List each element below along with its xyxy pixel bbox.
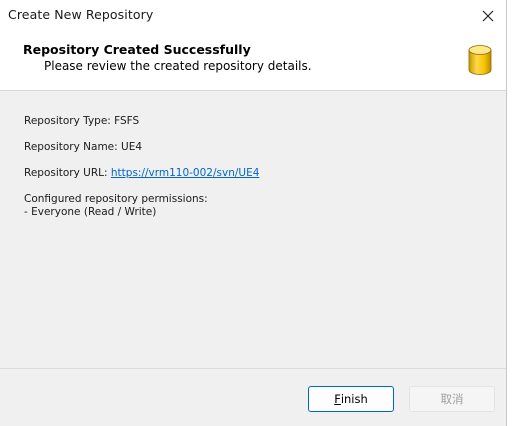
finish-button[interactable]: Finish	[308, 386, 394, 412]
footer-divider	[0, 368, 506, 369]
repository-url-row: Repository URL: https://vrm110-002/svn/U…	[24, 167, 259, 180]
cancel-button[interactable]: 取消	[409, 386, 495, 412]
finish-button-label: inish	[340, 392, 368, 406]
database-icon	[468, 45, 492, 75]
close-button[interactable]	[470, 0, 506, 32]
repository-details: Repository Type: FSFS Repository Name: U…	[24, 115, 259, 219]
dialog-window: Create New Repository Repository Created…	[0, 0, 507, 426]
finish-button-mnemonic: F	[334, 392, 341, 406]
title-bar: Create New Repository	[0, 0, 506, 32]
repository-url-label: Repository URL:	[24, 167, 111, 179]
wizard-header: Repository Created Successfully Please r…	[0, 32, 506, 91]
permission-entry: - Everyone (Read / Write)	[24, 206, 157, 218]
header-subtitle: Please review the created repository det…	[44, 59, 312, 73]
repository-name: Repository Name: UE4	[24, 141, 143, 153]
header-title: Repository Created Successfully	[23, 42, 251, 57]
close-icon	[482, 10, 494, 22]
repository-url-link[interactable]: https://vrm110-002/svn/UE4	[111, 167, 260, 179]
repository-type: Repository Type: FSFS	[24, 115, 140, 127]
permissions-heading: Configured repository permissions:	[24, 193, 208, 205]
window-title: Create New Repository	[8, 7, 154, 22]
